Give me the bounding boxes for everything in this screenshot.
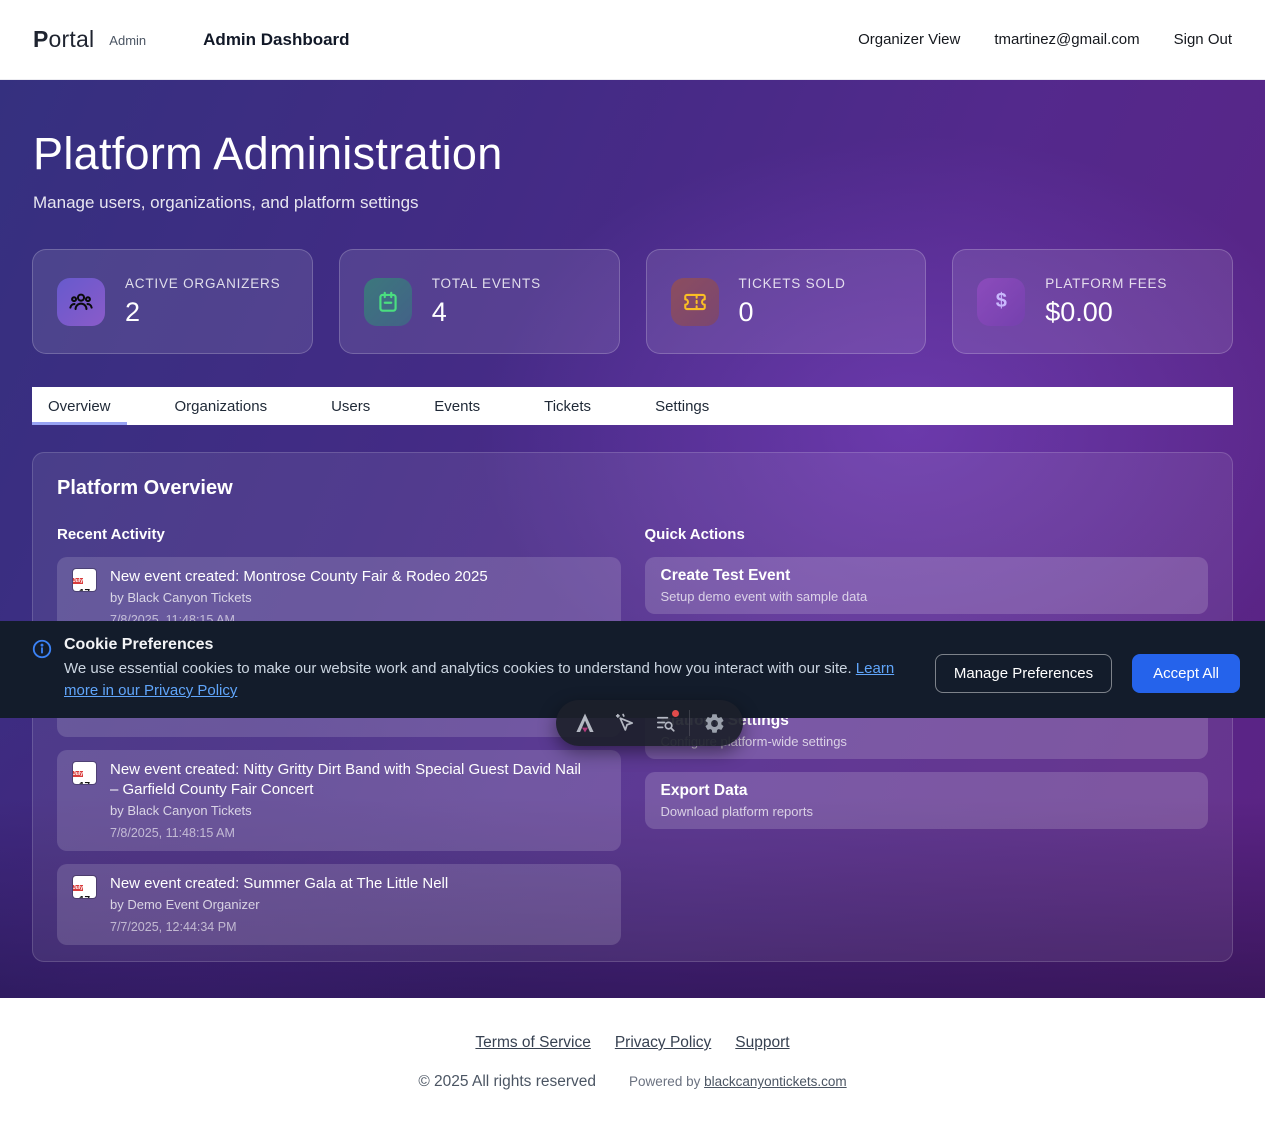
calendar-icon <box>364 278 412 326</box>
tab-users[interactable]: Users <box>315 387 386 425</box>
manage-preferences-button[interactable]: Manage Preferences <box>935 654 1112 693</box>
activity-time: 7/8/2025, 11:48:15 AM <box>110 825 590 841</box>
powered-by-text: Powered by blackcanyontickets.com <box>629 1074 847 1089</box>
recent-activity-heading: Recent Activity <box>57 526 621 543</box>
activity-by: by Black Canyon Tickets <box>110 803 590 819</box>
stats-row: ACTIVE ORGANIZERS 2 TOTAL EVENTS 4 <box>32 249 1233 354</box>
top-navbar: Portal Admin Admin Dashboard Organizer V… <box>0 0 1265 80</box>
stat-value: 4 <box>432 297 541 328</box>
stat-label: TICKETS SOLD <box>739 276 846 291</box>
calendar-emoji-icon: July 17 <box>73 762 96 784</box>
ticket-icon <box>671 278 719 326</box>
calendar-emoji-icon: July 17 <box>73 876 96 898</box>
tab-organizations[interactable]: Organizations <box>159 387 284 425</box>
hero-subtitle: Manage users, organizations, and platfor… <box>0 180 1265 213</box>
footer-links: Terms of Service Privacy Policy Support <box>475 1034 789 1052</box>
stat-card-active-organizers: ACTIVE ORGANIZERS 2 <box>32 249 313 354</box>
activity-item: July 17 New event created: Summer Gala a… <box>57 864 621 945</box>
activity-title: New event created: Nitty Gritty Dirt Ban… <box>110 760 590 800</box>
page-footer: Terms of Service Privacy Policy Support … <box>0 998 1265 1125</box>
stat-card-total-events: TOTAL EVENTS 4 <box>339 249 620 354</box>
assistant-logo-icon[interactable] <box>569 707 601 739</box>
notification-dot <box>672 710 679 717</box>
users-icon <box>57 278 105 326</box>
panel-title: Platform Overview <box>57 477 1208 500</box>
organizer-view-link[interactable]: Organizer View <box>858 31 960 48</box>
tab-settings[interactable]: Settings <box>639 387 725 425</box>
quick-action-create-test-event[interactable]: Create Test Event Setup demo event with … <box>645 557 1209 614</box>
cookie-banner-message: We use essential cookies to make our web… <box>64 658 926 702</box>
powered-by-link[interactable]: blackcanyontickets.com <box>704 1074 847 1089</box>
navbar-actions: Organizer View tmartinez@gmail.com Sign … <box>858 31 1232 48</box>
stat-label: PLATFORM FEES <box>1045 276 1167 291</box>
tab-tickets[interactable]: Tickets <box>528 387 607 425</box>
activity-by: by Demo Event Organizer <box>110 897 448 913</box>
portal-logo[interactable]: Portal <box>33 26 94 53</box>
toolbar-divider <box>689 710 690 736</box>
page-title: Admin Dashboard <box>203 30 349 50</box>
tab-overview[interactable]: Overview <box>32 387 127 425</box>
stat-card-platform-fees: $ PLATFORM FEES $0.00 <box>952 249 1233 354</box>
cursor-icon[interactable] <box>609 707 641 739</box>
calendar-emoji-icon: July 17 <box>73 569 96 591</box>
stat-value: $0.00 <box>1045 297 1167 328</box>
admin-main-section: Platform Administration Manage users, or… <box>0 80 1265 998</box>
activity-by: by Black Canyon Tickets <box>110 590 488 606</box>
stat-value: 2 <box>125 297 280 328</box>
recent-activity-column: Recent Activity July 17 New event create… <box>57 526 621 945</box>
gear-icon[interactable] <box>698 707 730 739</box>
cookie-banner-title: Cookie Preferences <box>64 636 926 654</box>
stat-label: TOTAL EVENTS <box>432 276 541 291</box>
accept-all-button[interactable]: Accept All <box>1132 654 1240 693</box>
stat-label: ACTIVE ORGANIZERS <box>125 276 280 291</box>
quick-action-export-data[interactable]: Export Data Download platform reports <box>645 772 1209 829</box>
dollar-icon: $ <box>977 278 1025 326</box>
privacy-policy-footer-link[interactable]: Privacy Policy <box>615 1034 711 1052</box>
admin-badge: Admin <box>109 33 146 48</box>
tab-events[interactable]: Events <box>418 387 496 425</box>
quick-actions-heading: Quick Actions <box>645 526 1209 543</box>
overlay-toolbar[interactable] <box>556 700 743 746</box>
hero-title: Platform Administration <box>0 80 1265 180</box>
admin-tabs: Overview Organizations Users Events Tick… <box>32 387 1233 425</box>
terms-of-service-link[interactable]: Terms of Service <box>475 1034 590 1052</box>
stat-card-tickets-sold: TICKETS SOLD 0 <box>646 249 927 354</box>
info-icon <box>31 638 53 718</box>
activity-title: New event created: Summer Gala at The Li… <box>110 874 448 894</box>
list-search-icon[interactable] <box>649 707 681 739</box>
sign-out-link[interactable]: Sign Out <box>1174 31 1232 48</box>
support-link[interactable]: Support <box>735 1034 789 1052</box>
activity-time: 7/7/2025, 12:44:34 PM <box>110 919 448 935</box>
copyright-text: © 2025 All rights reserved <box>418 1073 596 1091</box>
user-email: tmartinez@gmail.com <box>994 31 1139 48</box>
activity-title: New event created: Montrose County Fair … <box>110 567 488 587</box>
stat-value: 0 <box>739 297 846 328</box>
activity-item: July 17 New event created: Nitty Gritty … <box>57 750 621 851</box>
